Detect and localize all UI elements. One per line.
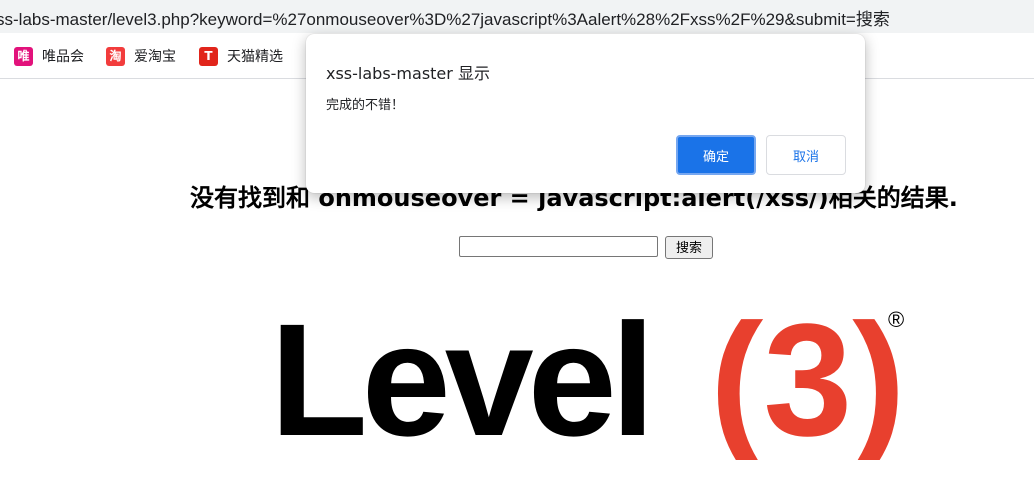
bookmark-label: 唯品会 — [42, 49, 84, 65]
bookmark-label: 天猫精选 — [227, 49, 283, 65]
logo-text-main: Level — [270, 290, 649, 460]
bookmark-taobao[interactable]: 淘 爱淘宝 — [106, 45, 176, 67]
bookmark-vipshop[interactable]: 唯 唯品会 — [14, 45, 84, 67]
search-button[interactable]: 搜索 — [665, 236, 713, 259]
dialog-message: 完成的不错！ — [326, 98, 405, 113]
address-bar[interactable]: ss-labs-master/level3.php?keyword=%27onm… — [0, 0, 1034, 33]
vipshop-icon: 唯 — [14, 46, 33, 66]
dialog-title: xss-labs-master 显示 — [326, 64, 490, 83]
bookmark-tmall[interactable]: T 天猫精选 — [199, 45, 283, 67]
registered-mark: ® — [888, 307, 904, 332]
level3-logo: Level (3) ® — [270, 290, 906, 460]
url-text[interactable]: ss-labs-master/level3.php?keyword=%27onm… — [0, 5, 890, 30]
taobao-icon: 淘 — [106, 46, 125, 66]
alert-dialog: xss-labs-master 显示 完成的不错！ 确定 取消 — [306, 34, 865, 193]
tmall-icon: T — [199, 46, 218, 66]
cancel-button[interactable]: 取消 — [766, 135, 846, 175]
ok-button[interactable]: 确定 — [676, 135, 756, 175]
logo-text-paren: (3) — [710, 290, 906, 460]
bookmark-label: 爱淘宝 — [134, 49, 176, 65]
search-input[interactable] — [459, 236, 658, 257]
